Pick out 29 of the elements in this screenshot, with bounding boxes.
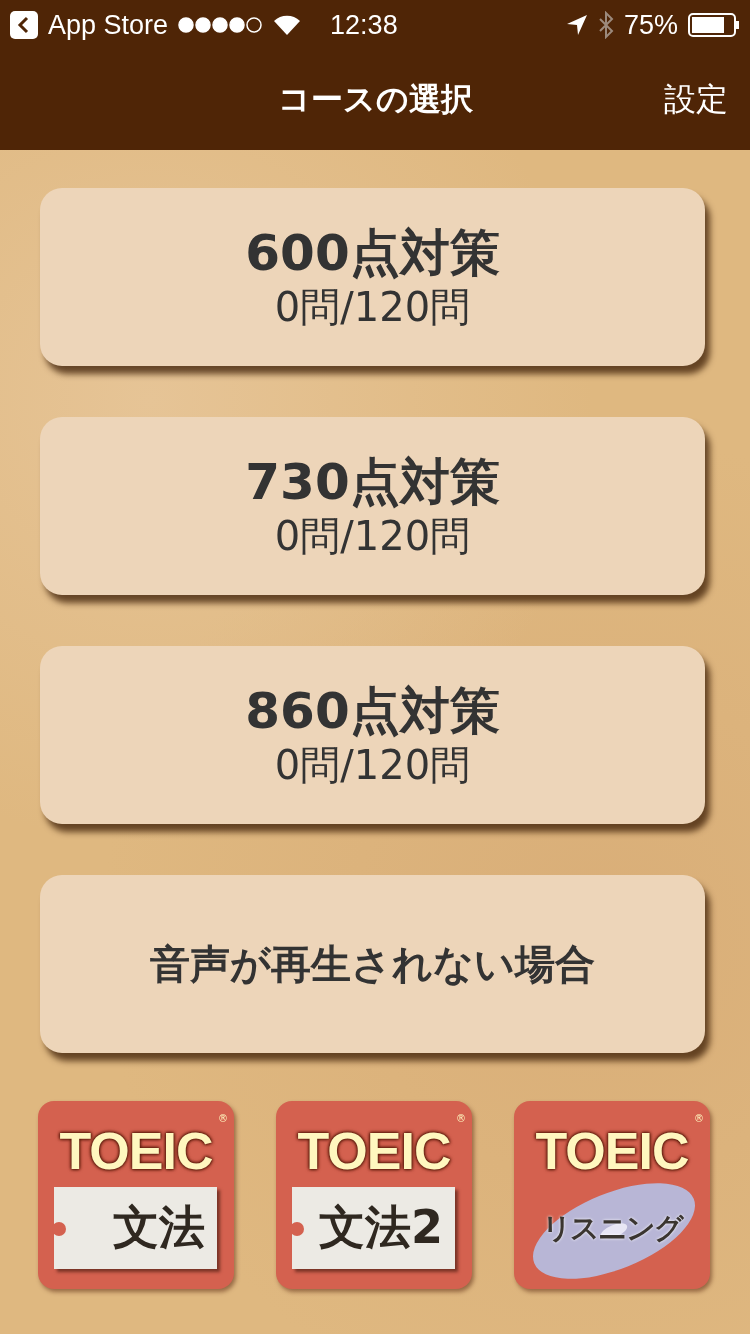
registered-mark: ®: [694, 1113, 704, 1124]
app-brand: TOEIC: [58, 1121, 214, 1181]
punch-hole-icon: [290, 1222, 304, 1236]
settings-button[interactable]: 設定: [664, 78, 728, 122]
location-icon: [565, 14, 588, 36]
registered-mark: ®: [456, 1113, 466, 1124]
registered-mark: ®: [218, 1113, 228, 1124]
app-brand: TOEIC: [296, 1121, 452, 1181]
course-button[interactable]: 音声が再生されない場合: [40, 875, 705, 1053]
bluetooth-icon: [597, 11, 614, 39]
app-icon[interactable]: TOEIC ® 文法: [38, 1101, 234, 1289]
app-brand: TOEIC: [534, 1121, 690, 1181]
course-button[interactable]: 860点対策 0問/120問: [40, 646, 705, 824]
back-icon[interactable]: [10, 11, 38, 39]
course-button[interactable]: 600点対策 0問/120問: [40, 188, 705, 366]
app-icon[interactable]: TOEIC ® 文法2: [276, 1101, 472, 1289]
course-button[interactable]: 730点対策 0問/120問: [40, 417, 705, 595]
back-label[interactable]: App Store: [48, 9, 169, 41]
clock: 12:38: [330, 9, 398, 41]
battery-percent: 75%: [623, 9, 678, 41]
battery-icon: [688, 13, 740, 37]
app-label: リスニング: [541, 1210, 685, 1247]
wifi-icon: [272, 14, 303, 36]
signal-icon: [178, 17, 263, 33]
nav-title: コースの選択: [277, 79, 473, 120]
app-label: 文法2: [319, 1199, 443, 1256]
punch-hole-icon: [52, 1222, 66, 1236]
app-label: 文法: [113, 1199, 205, 1256]
app-icon[interactable]: TOEIC ® リスニング: [514, 1101, 710, 1289]
